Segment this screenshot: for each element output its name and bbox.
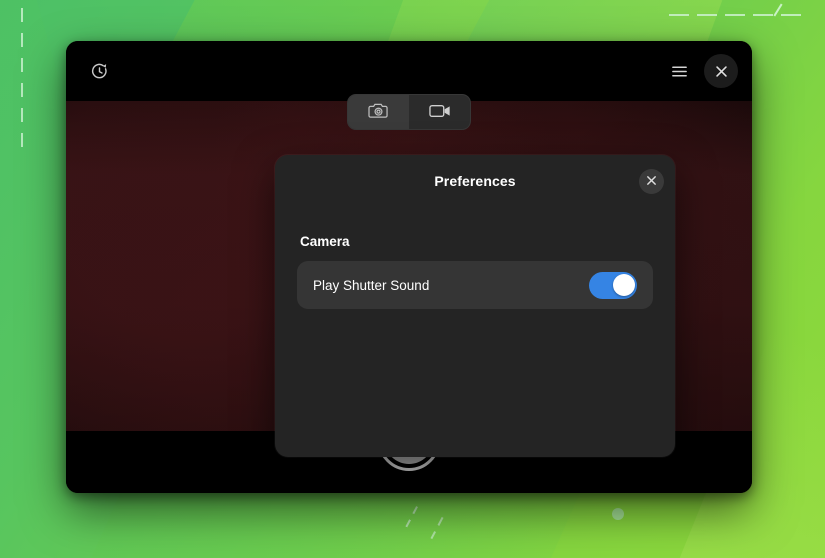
wallpaper-dot — [612, 508, 624, 520]
play-shutter-sound-switch[interactable] — [589, 271, 637, 299]
preferences-dialog-body: Camera Play Shutter Sound — [275, 234, 675, 309]
timer-icon — [90, 62, 109, 81]
close-icon — [646, 174, 657, 189]
mode-button-photo[interactable] — [348, 95, 409, 129]
wallpaper-dashed-line-diagonal — [404, 506, 418, 530]
video-camera-icon — [428, 103, 451, 122]
preferences-close-button[interactable] — [639, 169, 664, 194]
headerbar-left-controls — [82, 54, 116, 88]
headerbar-right-controls — [662, 54, 738, 88]
preferences-group-title-camera: Camera — [300, 234, 350, 249]
camera-app-window: Preferences Camera Play Shutter Sound — [66, 41, 752, 493]
window-close-button[interactable] — [704, 54, 738, 88]
close-icon — [715, 65, 728, 78]
wallpaper-dashed-line-horizontal — [661, 14, 801, 16]
preference-row-play-shutter-sound[interactable]: Play Shutter Sound — [297, 261, 653, 309]
hamburger-menu-button[interactable] — [662, 54, 696, 88]
mode-button-video[interactable] — [409, 95, 470, 129]
wallpaper-dashed-line-diagonal — [430, 516, 444, 540]
preferences-dialog: Preferences Camera Play Shutter Sound — [275, 155, 675, 457]
switch-knob — [612, 274, 635, 296]
hamburger-menu-icon — [671, 63, 688, 80]
preference-row-label: Play Shutter Sound — [313, 277, 430, 293]
photo-camera-icon — [368, 101, 389, 123]
preferences-dialog-header: Preferences — [275, 155, 675, 207]
wallpaper-dashed-line-vertical — [21, 8, 23, 158]
capture-mode-switcher — [347, 94, 471, 130]
timer-button[interactable] — [82, 54, 116, 88]
preferences-dialog-title: Preferences — [434, 173, 516, 189]
wallpaper-tick-mark — [773, 3, 783, 17]
window-headerbar — [66, 41, 752, 101]
desktop-background: Preferences Camera Play Shutter Sound — [0, 0, 825, 558]
